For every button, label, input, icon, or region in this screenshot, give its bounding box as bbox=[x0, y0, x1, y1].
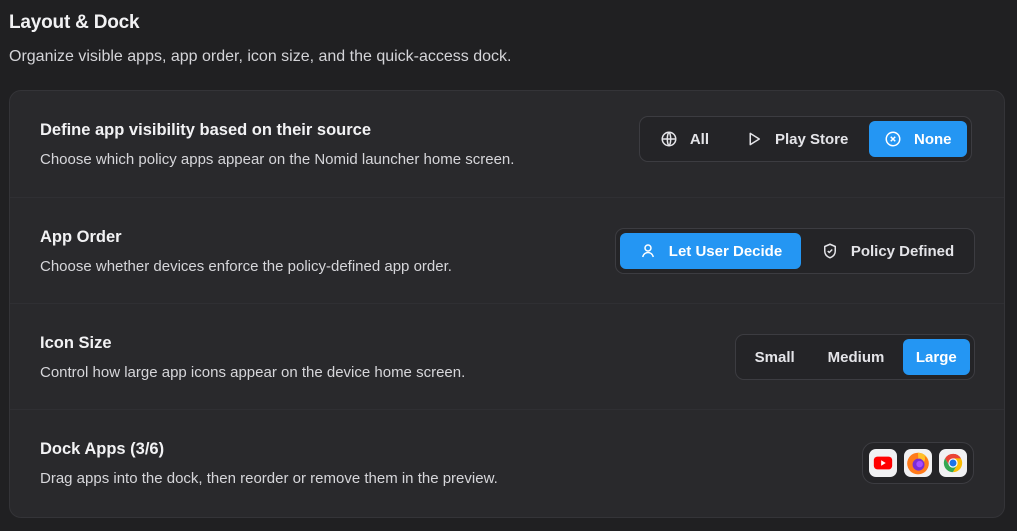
dock-app-chrome[interactable] bbox=[939, 449, 967, 477]
icon-size-option-small[interactable]: Small bbox=[740, 339, 809, 375]
icon-size-option-large[interactable]: Large bbox=[902, 339, 970, 375]
dock-preview bbox=[862, 442, 974, 484]
app-order-title: App Order bbox=[40, 228, 122, 246]
dock-app-firefox[interactable] bbox=[904, 449, 932, 477]
visibility-title: Define app visibility based on their sou… bbox=[40, 121, 371, 139]
app-order-segmented-control: Let User Decide Policy Defined bbox=[615, 228, 975, 274]
visibility-option-all-label: All bbox=[689, 130, 710, 148]
user-icon bbox=[641, 244, 654, 258]
icon-size-option-large-label: Large bbox=[915, 348, 957, 366]
visibility-option-all[interactable]: All bbox=[644, 121, 725, 157]
dock-apps-title: Dock Apps (3/6) bbox=[40, 440, 165, 458]
visibility-option-none[interactable]: None bbox=[868, 121, 967, 157]
shield-check-icon bbox=[823, 243, 836, 259]
play-icon bbox=[749, 132, 760, 146]
youtube-icon bbox=[873, 456, 893, 470]
visibility-description: Choose which policy apps appear on the N… bbox=[40, 151, 515, 168]
globe-icon bbox=[661, 131, 677, 147]
page-header: Layout & Dock Organize visible apps, app… bbox=[9, 12, 512, 65]
dock-apps-description: Drag apps into the dock, then reorder or… bbox=[40, 470, 498, 487]
icon-size-row: Icon Size Control how large app icons ap… bbox=[10, 303, 1004, 409]
x-circle-icon bbox=[885, 131, 901, 147]
visibility-option-play-store[interactable]: Play Store bbox=[729, 121, 865, 157]
order-option-let-user-decide[interactable]: Let User Decide bbox=[620, 233, 801, 269]
icon-size-option-medium-label: Medium bbox=[827, 348, 885, 366]
visibility-option-play-store-label: Play Store bbox=[775, 130, 849, 148]
icon-size-segmented-control: Small Medium Large bbox=[735, 334, 975, 380]
icon-size-description: Control how large app icons appear on th… bbox=[40, 364, 466, 381]
page-title: Layout & Dock bbox=[9, 12, 140, 33]
order-option-policy-defined-label: Policy Defined bbox=[850, 242, 955, 260]
page-subtitle: Organize visible apps, app order, icon s… bbox=[9, 48, 512, 65]
order-option-policy-defined[interactable]: Policy Defined bbox=[805, 233, 970, 269]
order-option-let-user-decide-label: Let User Decide bbox=[668, 242, 783, 260]
dock-apps-row: Dock Apps (3/6) Drag apps into the dock,… bbox=[10, 409, 1004, 515]
app-order-row: App Order Choose whether devices enforce… bbox=[10, 197, 1004, 303]
icon-size-title: Icon Size bbox=[40, 334, 112, 352]
app-order-description: Choose whether devices enforce the polic… bbox=[40, 258, 452, 275]
visibility-segmented-control: All Play Store None bbox=[639, 116, 972, 162]
visibility-row: Define app visibility based on their sou… bbox=[10, 91, 1004, 197]
visibility-option-none-label: None bbox=[914, 130, 952, 148]
settings-card: Define app visibility based on their sou… bbox=[9, 90, 1005, 518]
icon-size-option-medium[interactable]: Medium bbox=[813, 339, 898, 375]
firefox-icon bbox=[907, 452, 929, 475]
icon-size-option-small-label: Small bbox=[754, 348, 795, 366]
chrome-icon bbox=[943, 453, 963, 473]
dock-app-youtube[interactable] bbox=[869, 449, 897, 477]
